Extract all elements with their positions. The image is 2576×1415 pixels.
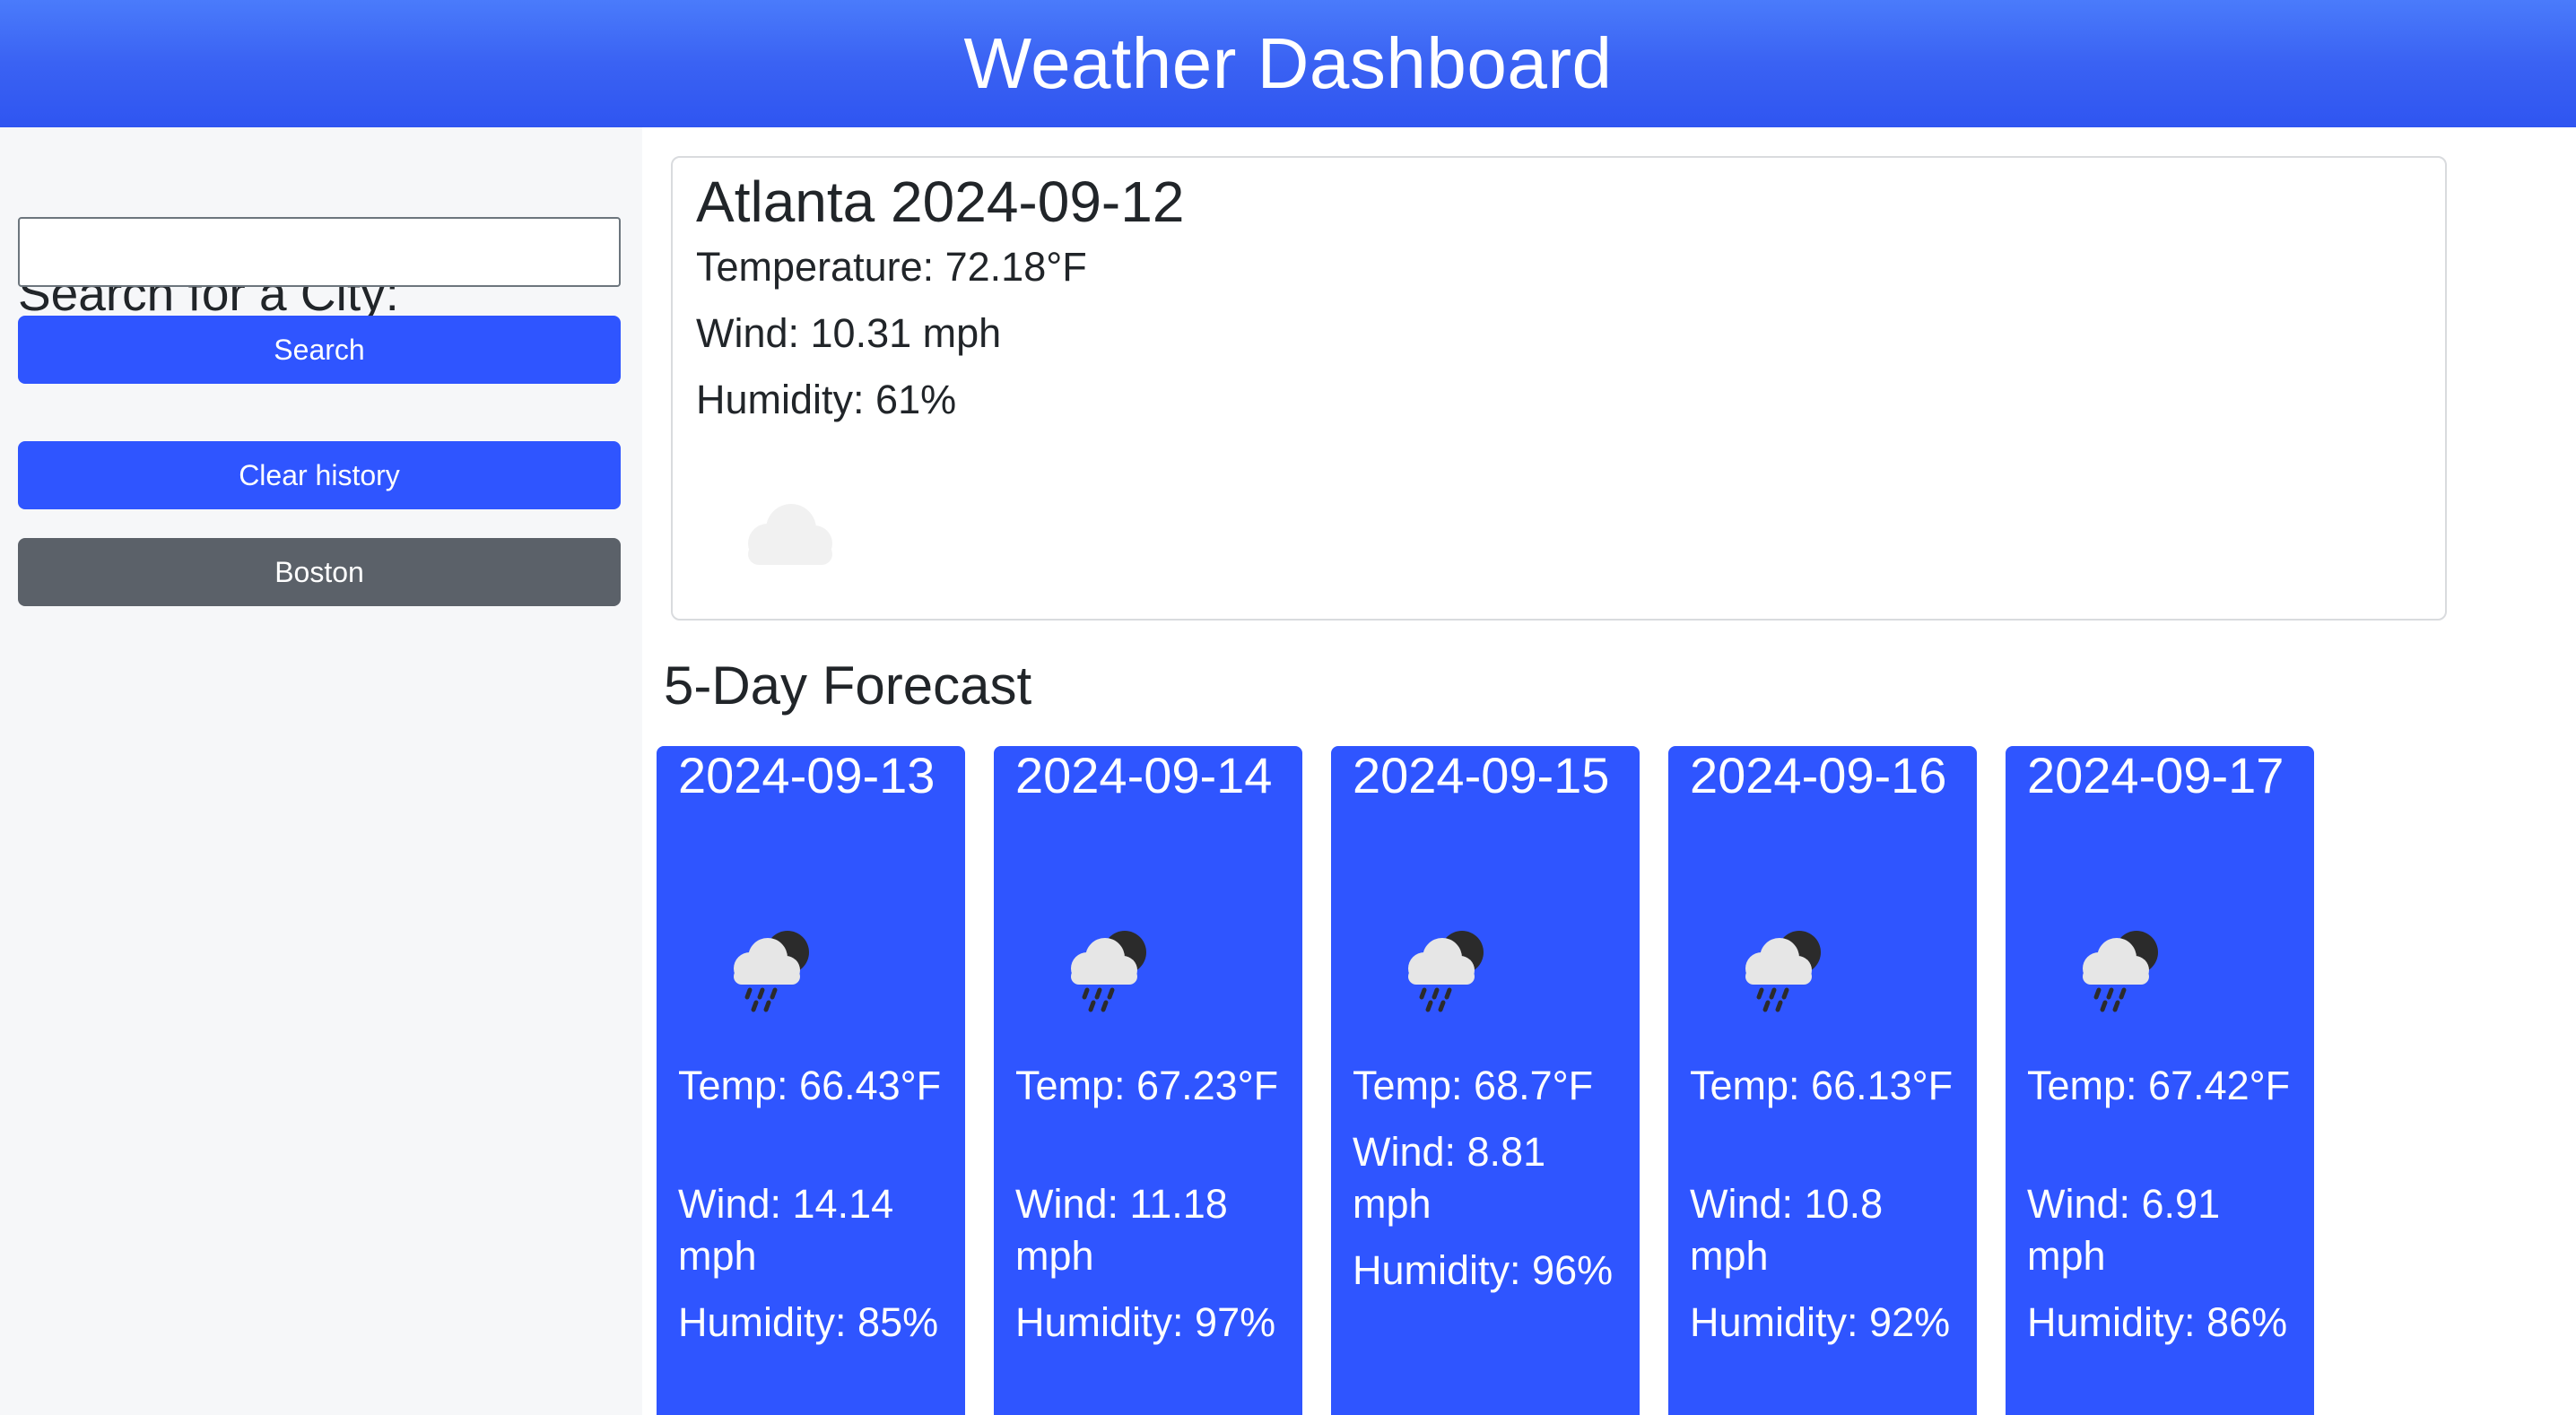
forecast-card: 2024-09-13 Temp: 66.43°F Wind: 14.14 mph… bbox=[657, 746, 965, 1415]
forecast-card: 2024-09-14 Temp: 67.23°F Wind: 11.18 mph… bbox=[994, 746, 1302, 1415]
rain-night-icon bbox=[734, 931, 809, 1012]
page-title: Weather Dashboard bbox=[963, 23, 1613, 103]
rain-night-icon bbox=[1408, 931, 1484, 1012]
forecast-date: 2024-09-14 bbox=[1015, 747, 1273, 803]
forecast-wind: Wind: 10.8 mph bbox=[1690, 1181, 1884, 1279]
forecast-humidity: Humidity: 97% bbox=[1015, 1299, 1276, 1345]
current-temperature: Temperature: 72.18°F bbox=[696, 244, 1087, 290]
forecast-wind: Wind: 14.14 mph bbox=[678, 1181, 894, 1279]
cloud-icon bbox=[748, 504, 832, 565]
clear-history-button[interactable]: Clear history bbox=[18, 441, 621, 509]
app-header: Weather Dashboard bbox=[0, 0, 2576, 127]
forecast-temp: Temp: 67.23°F bbox=[1015, 1063, 1279, 1108]
forecast-date: 2024-09-15 bbox=[1353, 747, 1610, 803]
city-search-input[interactable] bbox=[18, 217, 621, 287]
search-button[interactable]: Search bbox=[18, 316, 621, 384]
rain-night-icon bbox=[1071, 931, 1146, 1012]
forecast-wind: Wind: 6.91 mph bbox=[2027, 1181, 2221, 1279]
forecast-card: 2024-09-17 Temp: 67.42°F Wind: 6.91 mph … bbox=[2006, 746, 2314, 1415]
forecast-wind: Wind: 11.18 mph bbox=[1015, 1181, 1228, 1279]
forecast-card: 2024-09-15 Temp: 68.7°F Wind: 8.81 mph H… bbox=[1331, 746, 1640, 1415]
forecast-humidity: Humidity: 96% bbox=[1353, 1247, 1614, 1293]
sidebar: Search for a City: Search Clear history … bbox=[0, 127, 642, 1415]
forecast-date: 2024-09-16 bbox=[1690, 747, 1947, 803]
forecast-date: 2024-09-13 bbox=[678, 747, 936, 803]
forecast-humidity: Humidity: 85% bbox=[678, 1299, 939, 1345]
forecast-humidity: Humidity: 86% bbox=[2027, 1299, 2288, 1345]
forecast-wind: Wind: 8.81 mph bbox=[1353, 1129, 1546, 1227]
forecast-temp: Temp: 67.42°F bbox=[2027, 1063, 2291, 1108]
forecast-humidity: Humidity: 92% bbox=[1690, 1299, 1951, 1345]
current-wind: Wind: 10.31 mph bbox=[696, 310, 1002, 356]
rain-night-icon bbox=[2083, 931, 2158, 1012]
current-city-date: Atlanta 2024-09-12 bbox=[696, 169, 1185, 234]
forecast-temp: Temp: 66.13°F bbox=[1690, 1063, 1954, 1108]
history-city-button[interactable]: Boston bbox=[18, 538, 621, 606]
forecast-temp: Temp: 66.43°F bbox=[678, 1063, 942, 1108]
forecast-temp: Temp: 68.7°F bbox=[1353, 1063, 1594, 1108]
rain-night-icon bbox=[1745, 931, 1821, 1012]
forecast-heading: 5-Day Forecast bbox=[664, 655, 1032, 716]
current-weather-card: Atlanta 2024-09-12 Temperature: 72.18°F … bbox=[671, 156, 2447, 621]
current-humidity: Humidity: 61% bbox=[696, 377, 957, 422]
forecast-date: 2024-09-17 bbox=[2027, 747, 2284, 803]
forecast-card: 2024-09-16 Temp: 66.13°F Wind: 10.8 mph … bbox=[1668, 746, 1977, 1415]
